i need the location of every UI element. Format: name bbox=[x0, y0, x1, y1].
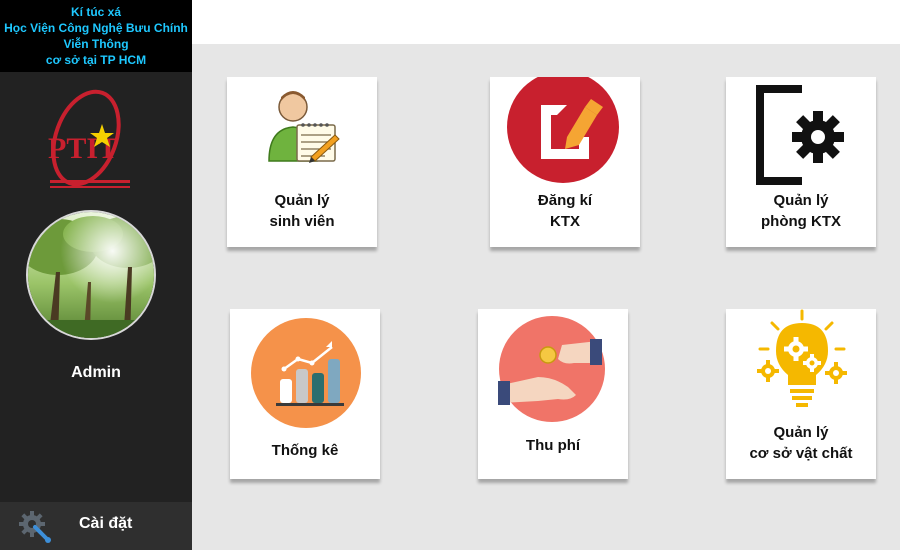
tile-statistics[interactable]: Thống kê bbox=[230, 309, 380, 479]
tile-label-line-1: Quản lý bbox=[773, 192, 829, 209]
header-line-3: Viễn Thông bbox=[63, 37, 129, 51]
tile-student-management[interactable]: Quản lý sinh viên bbox=[227, 77, 377, 247]
tile-label-line-1: Quản lý bbox=[274, 192, 330, 209]
sidebar-header: Kí túc xá Học Viện Công Nghệ Bưu Chính V… bbox=[0, 0, 192, 72]
tile-room-management[interactable]: Quản lý phòng KTX bbox=[726, 77, 876, 247]
header-line-1: Kí túc xá bbox=[70, 5, 121, 19]
payment-hands-icon bbox=[498, 316, 605, 422]
settings-button[interactable]: Cài đặt bbox=[0, 502, 192, 550]
header-line-2: Học Viện Công Nghệ Bưu Chính bbox=[4, 21, 188, 35]
tile-fee-collection[interactable]: Thu phí bbox=[478, 309, 628, 479]
header-line-4: cơ sở tại TP HCM bbox=[45, 53, 147, 67]
tile-dorm-registration[interactable]: Đăng kí KTX bbox=[490, 77, 640, 247]
bar-chart-icon bbox=[251, 318, 361, 428]
tile-label-line-2: cơ sở vật chất bbox=[749, 445, 853, 462]
sidebar: Kí túc xá Học Viện Công Nghệ Bưu Chính V… bbox=[0, 0, 192, 550]
edit-document-icon bbox=[507, 77, 619, 183]
username: Admin bbox=[71, 364, 121, 381]
avatar[interactable] bbox=[26, 210, 156, 340]
tile-facility-management[interactable]: Quản lý cơ sở vật chất bbox=[726, 309, 876, 479]
tile-label-line-1: Đăng kí bbox=[537, 192, 593, 209]
tile-label-line-2: KTX bbox=[550, 213, 580, 230]
room-settings-icon bbox=[756, 85, 844, 185]
settings-label: Cài đặt bbox=[79, 515, 133, 532]
tile-label-line-1: Thu phí bbox=[525, 437, 581, 454]
ptit-logo: PTIT bbox=[46, 82, 134, 192]
student-notepad-icon bbox=[268, 91, 340, 163]
top-bar bbox=[192, 0, 900, 44]
tile-label-line-2: phòng KTX bbox=[761, 213, 841, 230]
tile-label-line-2: sinh viên bbox=[269, 213, 335, 230]
lightbulb-gears-icon bbox=[757, 309, 847, 407]
tile-label-line-1: Quản lý bbox=[773, 424, 829, 441]
gear-wrench-icon bbox=[19, 511, 51, 543]
tile-label-line-1: Thống kê bbox=[271, 442, 339, 459]
